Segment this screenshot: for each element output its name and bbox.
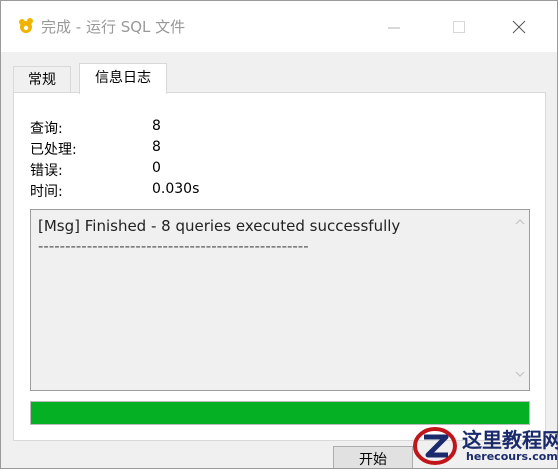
watermark: 这里教程网 herecours.com [408,420,558,469]
stat-label: 查询: [30,121,63,137]
close-button[interactable] [496,1,542,52]
title-bar: 完成 - 运行 SQL 文件 [1,1,557,52]
stat-value: 8 [152,118,161,134]
log-scrollbar[interactable] [511,210,529,390]
run-sql-dialog: 完成 - 运行 SQL 文件 常规 信息日志 查询: 8 已处理: 8 错误: … [0,0,558,469]
watermark-url: herecours.com [466,450,558,463]
info-log-panel: 查询: 8 已处理: 8 错误: 0 时间: 0.030s [Msg] Fini… [13,92,546,441]
log-separator: ----------------------------------------… [38,237,309,255]
log-line: [Msg] Finished - 8 queries executed succ… [38,217,401,235]
watermark-title: 这里教程网 [462,428,558,452]
stat-value: 8 [152,139,161,155]
stat-label: 时间: [30,184,63,200]
stat-label: 已处理: [30,142,77,158]
message-log[interactable]: [Msg] Finished - 8 queries executed succ… [30,209,530,391]
chevron-down-icon[interactable] [515,370,525,378]
stat-value: 0.030s [152,181,200,197]
tab-info-log[interactable]: 信息日志 [79,63,167,94]
tab-general[interactable]: 常规 [13,66,71,93]
stat-label: 错误: [30,163,63,179]
stat-value: 0 [152,160,161,176]
minimize-button[interactable] [371,1,417,52]
start-button[interactable]: 开始 [333,446,413,468]
maximize-icon [453,21,465,33]
herecours-logo-icon [413,427,457,465]
chevron-up-icon[interactable] [515,218,525,226]
cloud-icon [19,18,33,33]
close-icon [512,20,526,34]
minimize-icon [388,27,400,29]
maximize-button[interactable] [436,1,482,52]
window-title: 完成 - 运行 SQL 文件 [41,18,186,36]
